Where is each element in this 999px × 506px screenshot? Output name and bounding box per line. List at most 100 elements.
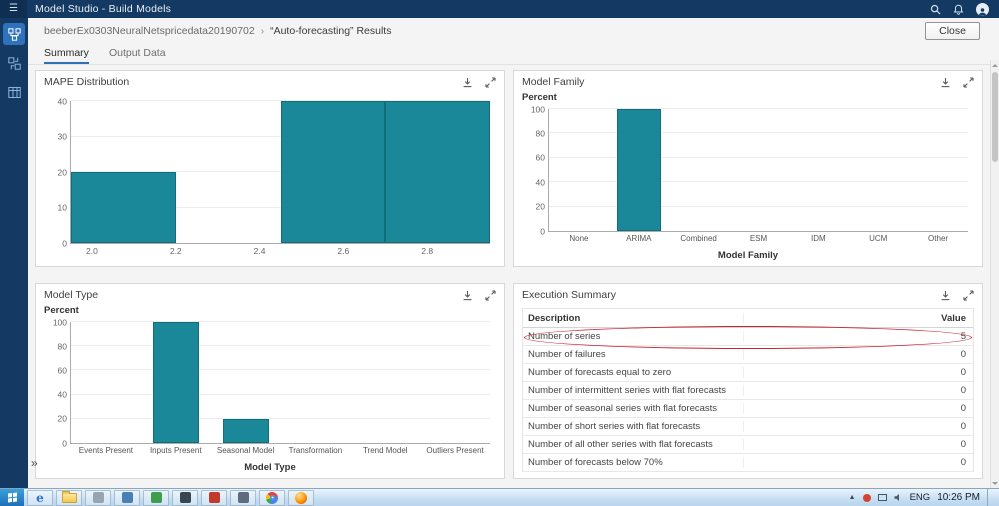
gridline [549, 181, 968, 182]
gridline [71, 345, 490, 346]
expand-icon[interactable] [963, 77, 974, 88]
y-tick-label: 80 [536, 129, 545, 138]
panel-header: Model Family [514, 71, 982, 93]
nav-pipelines-item[interactable] [3, 23, 25, 45]
table-row[interactable]: Number of intermittent series with flat … [523, 382, 973, 400]
desktop-screen: ☰ Model Studio - Build Models [0, 0, 999, 506]
taskbar-pinned-apps [82, 490, 314, 506]
taskbar-app-icon-4-glyph [180, 492, 191, 503]
scrollbar-thumb[interactable] [992, 72, 998, 162]
breadcrumb-separator-icon: › [261, 26, 264, 37]
y-tick-label: 0 [62, 239, 67, 248]
x-category-label: Seasonal Model [217, 447, 274, 455]
y-tick-label: 0 [540, 227, 545, 236]
app-title: Model Studio - Build Models [35, 3, 171, 15]
tab-output-data[interactable]: Output Data [109, 44, 166, 64]
gridline [549, 157, 968, 158]
histogram-bar[interactable] [71, 172, 176, 243]
scrollbar-up-arrow-icon[interactable] [991, 60, 999, 70]
cell-value: 0 [744, 403, 974, 414]
table-row[interactable]: Number of forecasts equal to zero0 [523, 364, 973, 382]
taskbar-app-icon-6[interactable] [230, 490, 256, 506]
category-bar[interactable] [223, 419, 269, 443]
gridline [549, 206, 968, 207]
histogram-bar[interactable] [281, 101, 386, 243]
y-tick-label: 20 [58, 415, 67, 424]
nav-exchange-item[interactable] [3, 52, 25, 74]
cell-description: Number of all other series with flat for… [523, 439, 744, 450]
notifications-bell-icon[interactable] [953, 4, 964, 15]
table-row[interactable]: Number of series5 [523, 328, 973, 346]
gridline [71, 321, 490, 322]
column-header-value: Value [744, 313, 974, 324]
data-table-icon [8, 86, 21, 99]
y-tick-label: 20 [58, 168, 67, 177]
app-top-bar: ☰ Model Studio - Build Models [0, 0, 999, 18]
system-tray: ▲ ENG 10:26 PM [849, 489, 999, 506]
download-icon[interactable] [940, 77, 951, 88]
x-tick-label: 2.4 [254, 247, 266, 256]
table-row[interactable]: Number of all other series with flat for… [523, 436, 973, 454]
show-desktop-button[interactable] [987, 489, 993, 506]
windows-taskbar: e ▲ ENG 10:26 PM [0, 488, 999, 506]
x-category-label: Combined [680, 235, 716, 243]
chrome-icon[interactable] [259, 490, 285, 506]
category-bar[interactable] [153, 322, 199, 443]
cell-value: 0 [744, 457, 974, 468]
histogram-bar[interactable] [385, 101, 490, 243]
internet-explorer-icon[interactable]: e [27, 490, 53, 506]
scrollbar-down-arrow-icon[interactable] [991, 478, 999, 488]
firefox-icon[interactable] [288, 490, 314, 506]
x-tick-label: 2.0 [86, 247, 98, 256]
y-tick-label: 40 [58, 97, 67, 106]
x-category-label: Trend Model [363, 447, 408, 455]
vertical-scrollbar[interactable] [990, 60, 999, 488]
panel-title: Model Family [522, 76, 584, 88]
tray-volume-icon[interactable] [894, 493, 903, 502]
table-row[interactable]: Number of forecasts below 70%0 [523, 454, 973, 472]
x-tick-label: 2.2 [170, 247, 182, 256]
tray-app-icon[interactable] [863, 494, 871, 502]
language-indicator[interactable]: ENG [910, 492, 931, 503]
clock[interactable]: 10:26 PM [937, 492, 980, 503]
taskbar-app-icon-1[interactable] [85, 490, 111, 506]
y-tick-label: 30 [58, 132, 67, 141]
expand-bottom-panel-button[interactable]: » [31, 456, 37, 470]
close-button[interactable]: Close [925, 22, 980, 40]
nav-data-item[interactable] [3, 81, 25, 103]
file-explorer-icon[interactable] [56, 490, 82, 506]
download-icon[interactable] [462, 290, 473, 301]
taskbar-app-icon-5[interactable] [201, 490, 227, 506]
table-row[interactable]: Number of failures0 [523, 346, 973, 364]
taskbar-app-icon-3[interactable] [143, 490, 169, 506]
tab-summary[interactable]: Summary [44, 44, 89, 64]
x-axis-title: Model Family [718, 250, 778, 261]
search-icon[interactable] [930, 4, 941, 15]
download-icon[interactable] [462, 77, 473, 88]
taskbar-app-icon-3-glyph [151, 492, 162, 503]
panel-mape-distribution: MAPE Distribution 0102030402.02.22.42.62… [35, 70, 505, 267]
expand-icon[interactable] [963, 290, 974, 301]
cell-value: 0 [744, 439, 974, 450]
category-bar[interactable] [617, 109, 661, 231]
expand-icon[interactable] [485, 290, 496, 301]
download-icon[interactable] [940, 290, 951, 301]
model-family-bar-chart: 020406080100NoneARIMACombinedESMIDMUCMOt… [522, 93, 974, 262]
folder-icon [62, 493, 77, 503]
taskbar-app-icon-4[interactable] [172, 490, 198, 506]
taskbar-app-icon-2[interactable] [114, 490, 140, 506]
table-row[interactable]: Number of seasonal series with flat fore… [523, 400, 973, 418]
breadcrumb-project[interactable]: beeberEx0303NeuralNetspricedata20190702 [44, 25, 255, 37]
panel-title: Execution Summary [522, 289, 616, 301]
start-button[interactable] [0, 489, 24, 506]
firefox-icon-glyph [295, 492, 307, 504]
user-avatar[interactable] [976, 3, 989, 16]
expand-icon[interactable] [485, 77, 496, 88]
tray-expand-icon[interactable]: ▲ [849, 494, 856, 501]
panel-execution-summary: Execution Summary DescriptionValueNumber… [513, 283, 983, 479]
gridline [71, 394, 490, 395]
mape-histogram-chart: 0102030402.02.22.42.62.8 [44, 93, 496, 262]
hamburger-menu-button[interactable]: ☰ [0, 0, 27, 18]
tray-network-icon[interactable] [878, 494, 887, 501]
table-row[interactable]: Number of short series with flat forecas… [523, 418, 973, 436]
